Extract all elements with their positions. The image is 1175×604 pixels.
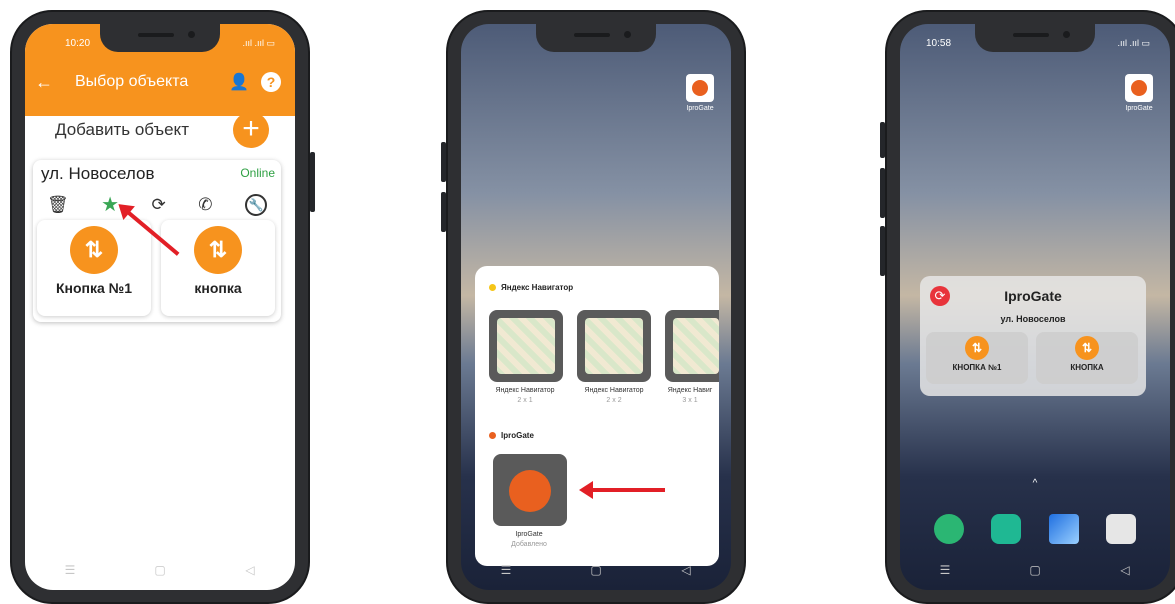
signal-battery-icon: .ııl .ııl ▭ xyxy=(1117,38,1150,48)
chevron-up-icon[interactable]: ^ xyxy=(900,478,1170,489)
app-label: IproGate xyxy=(1125,105,1153,112)
widget-picker-sheet: Яндекс Навигатор Яндекс Навигатор 2 x 1 Я… xyxy=(475,266,719,566)
side-button xyxy=(880,226,885,276)
iprogate-app-icon[interactable]: IproGate xyxy=(1120,74,1158,112)
widget-option[interactable] xyxy=(665,310,719,382)
messages-app-icon[interactable] xyxy=(991,514,1022,544)
back-icon[interactable]: ◁ xyxy=(1110,563,1140,577)
page-title: Выбор объекта xyxy=(75,73,189,90)
iprogate-dot-icon xyxy=(489,432,496,439)
home-screen: IproGate Яндекс Навигатор Яндекс Навигат… xyxy=(461,24,731,590)
phone-app-icon[interactable] xyxy=(933,514,964,544)
widget-button-1[interactable]: ⇅ КНОПКА №1 xyxy=(926,332,1028,384)
person-icon[interactable]: 👤 xyxy=(229,72,249,92)
phone-home-widget: 10:58 .ııl .ııl ▭ IproGate ⟳ IproGate ул… xyxy=(880,10,1175,604)
system-nav-bar: ☰ ▢ ◁ xyxy=(900,550,1170,590)
map-preview-icon xyxy=(585,318,643,374)
widget-button-2[interactable]: ⇅ КНОПКА xyxy=(1036,332,1138,384)
section-title: Яндекс Навигатор xyxy=(501,283,574,292)
widget-caption: IproGate Добавлено xyxy=(511,531,547,548)
back-arrow-icon[interactable]: ← xyxy=(25,72,63,93)
system-nav-bar: ☰ ▢ ◁ xyxy=(25,550,295,590)
section-title: IproGate xyxy=(501,431,534,440)
widget-button-2-label: КНОПКА xyxy=(1070,363,1104,372)
gate-button-1-label: Кнопка №1 xyxy=(55,280,133,296)
up-down-arrows-icon: ⇅ xyxy=(70,226,118,274)
home-icon[interactable]: ▢ xyxy=(1020,563,1050,577)
iprogate-logo-icon xyxy=(1125,74,1153,102)
map-preview-icon xyxy=(673,318,719,374)
side-button xyxy=(441,142,446,182)
object-card[interactable]: ул. Новоселов Online 🗑 ★ ⟳ ✆ 🔧 ⇅ Кнопка … xyxy=(33,160,281,322)
phone-app-screen: 10:20 .ııl .ııl ▭ ← Выбор объекта 👤 ? До… xyxy=(10,10,315,604)
side-button xyxy=(880,168,885,218)
home-icon[interactable]: ▢ xyxy=(145,563,175,577)
widget-caption: Яндекс Навигатор 2 x 2 xyxy=(584,387,644,404)
gate-button-2[interactable]: ⇅ кнопка xyxy=(161,220,275,316)
help-icon[interactable]: ? xyxy=(261,72,281,92)
iprogate-widget: ⟳ IproGate ул. Новоселов ⇅ КНОПКА №1 ⇅ К… xyxy=(920,276,1146,396)
trash-icon[interactable]: 🗑 xyxy=(47,195,69,215)
gate-button-1[interactable]: ⇅ Кнопка №1 xyxy=(37,220,151,316)
notch xyxy=(536,24,656,52)
back-icon[interactable]: ◁ xyxy=(671,563,701,577)
refresh-icon[interactable]: ⟳ xyxy=(152,195,166,215)
yandex-navigator-icon xyxy=(489,284,496,291)
up-down-arrows-icon: ⇅ xyxy=(965,336,989,360)
object-address: ул. Новоселов xyxy=(41,164,155,183)
pointer-arrow xyxy=(579,481,665,499)
up-down-arrows-icon: ⇅ xyxy=(1075,336,1099,360)
add-object-button[interactable]: + xyxy=(233,112,269,148)
iprogate-logo-icon xyxy=(686,74,714,102)
notch xyxy=(100,24,220,52)
barrier-gate-icon xyxy=(509,470,551,512)
gate-button-2-label: кнопка xyxy=(194,280,242,296)
widget-caption: Яндекс Навигатор 2 x 1 xyxy=(495,387,555,404)
app-screen: 10:20 .ııl .ııl ▭ ← Выбор объекта 👤 ? До… xyxy=(25,24,295,590)
phone-widget-picker: IproGate Яндекс Навигатор Яндекс Навигат… xyxy=(441,10,746,604)
home-screen: 10:58 .ııl .ııl ▭ IproGate ⟳ IproGate ул… xyxy=(900,24,1170,590)
gallery-app-icon[interactable] xyxy=(1048,514,1079,544)
menu-icon[interactable]: ☰ xyxy=(930,563,960,577)
toolbar: ← Выбор объекта 👤 ? xyxy=(25,62,295,102)
side-button xyxy=(310,152,315,212)
add-object-label[interactable]: Добавить объект xyxy=(55,120,189,140)
status-time: 10:58 xyxy=(926,38,952,49)
widget-caption: Яндекс Навиг 3 x 1 xyxy=(667,387,713,404)
object-actions: 🗑 ★ ⟳ ✆ 🔧 xyxy=(47,192,267,217)
system-nav-bar: ☰ ▢ ◁ xyxy=(461,550,731,590)
widget-address: ул. Новоселов xyxy=(1000,314,1066,324)
iprogate-widget-option[interactable] xyxy=(493,454,567,526)
app-dock xyxy=(900,514,1170,544)
widget-option[interactable] xyxy=(489,310,563,382)
up-down-arrows-icon: ⇅ xyxy=(194,226,242,274)
side-button xyxy=(441,192,446,232)
map-preview-icon xyxy=(497,318,555,374)
wrench-icon[interactable]: 🔧 xyxy=(244,193,267,216)
signal-battery-icon: .ııl .ııl ▭ xyxy=(242,38,275,48)
status-badge: Online xyxy=(240,166,275,180)
home-icon[interactable]: ▢ xyxy=(581,563,611,577)
side-button xyxy=(880,122,885,158)
camera-app-icon[interactable] xyxy=(1106,514,1137,544)
menu-icon[interactable]: ☰ xyxy=(55,563,85,577)
phone-icon[interactable]: ✆ xyxy=(198,195,212,215)
notch xyxy=(975,24,1095,52)
widget-button-1-label: КНОПКА №1 xyxy=(952,363,1002,372)
widget-option[interactable] xyxy=(577,310,651,382)
app-label: IproGate xyxy=(686,105,714,112)
back-icon[interactable]: ◁ xyxy=(235,563,265,577)
menu-icon[interactable]: ☰ xyxy=(491,563,521,577)
status-time: 10:20 xyxy=(65,38,91,49)
iprogate-app-icon[interactable]: IproGate xyxy=(681,74,719,112)
widget-title: IproGate xyxy=(1004,288,1062,304)
